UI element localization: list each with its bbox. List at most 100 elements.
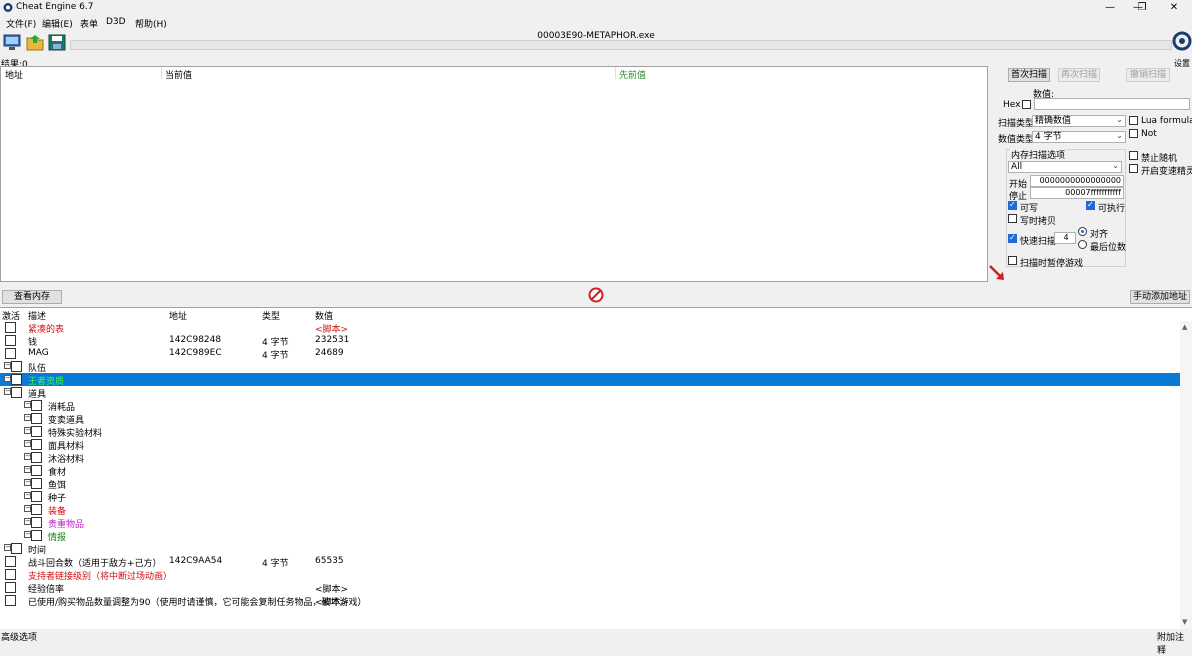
active-checkbox[interactable] — [11, 374, 22, 385]
active-checkbox[interactable] — [31, 413, 42, 424]
table-row[interactable]: − 变卖道具 — [0, 412, 1180, 426]
active-checkbox[interactable] — [31, 465, 42, 476]
settings-label[interactable]: 设置 — [1174, 58, 1190, 69]
start-address-input[interactable]: 0000000000000000 — [1030, 175, 1124, 187]
settings-logo-icon[interactable] — [1172, 31, 1192, 51]
copy-on-write-checkbox[interactable] — [1008, 214, 1017, 223]
active-checkbox[interactable] — [5, 335, 16, 346]
advanced-options[interactable]: 高级选项 — [1, 630, 37, 643]
menu-table[interactable]: 表单 — [80, 17, 98, 30]
menu-d3d[interactable]: D3D — [106, 17, 126, 27]
writable-checkbox[interactable] — [1008, 200, 1017, 210]
maximize-button[interactable]: ❐ — [1132, 1, 1152, 15]
table-row[interactable]: 支持者链接级别（将中断过场动画） — [0, 568, 1180, 582]
active-checkbox[interactable] — [31, 491, 42, 502]
expand-toggle-icon[interactable]: − — [24, 414, 31, 421]
table-row[interactable]: 经验倍率 <脚本> — [0, 581, 1180, 595]
expand-toggle-icon[interactable]: − — [24, 466, 31, 473]
active-checkbox[interactable] — [5, 595, 16, 606]
table-row[interactable]: − 装备 — [0, 503, 1180, 517]
active-checkbox[interactable] — [31, 530, 42, 541]
view-memory-button[interactable]: 查看内存 — [2, 290, 62, 304]
table-row[interactable]: − 道具 — [0, 386, 1180, 400]
memory-region-select[interactable]: All ⌄ — [1008, 161, 1122, 173]
menu-help[interactable]: 帮助(H) — [135, 17, 167, 30]
scan-type-select[interactable]: 精确数值 ⌄ — [1032, 115, 1126, 127]
table-row[interactable]: − 种子 — [0, 490, 1180, 504]
active-checkbox[interactable] — [31, 517, 42, 528]
table-row[interactable]: 钱 142C98248 4 字节 232531 — [0, 334, 1180, 348]
no-random-checkbox[interactable] — [1129, 151, 1138, 160]
table-row[interactable]: 战斗回合数（适用于敌方+己方） 142C9AA54 4 字节 65535 — [0, 555, 1180, 569]
active-checkbox[interactable] — [5, 348, 16, 359]
results-col-current[interactable]: 当前值 — [165, 68, 192, 81]
fast-scan-checkbox[interactable] — [1008, 233, 1017, 243]
menu-edit[interactable]: 编辑(E) — [42, 17, 73, 30]
next-scan-button[interactable]: 再次扫描 — [1058, 68, 1100, 82]
close-button[interactable]: ✕ — [1164, 1, 1184, 15]
table-row[interactable]: − 特殊实验材料 — [0, 425, 1180, 439]
active-checkbox[interactable] — [31, 452, 42, 463]
table-row[interactable]: − 队伍 — [0, 360, 1180, 374]
table-row[interactable]: − 贵重物品 — [0, 516, 1180, 530]
executable-checkbox[interactable] — [1086, 200, 1095, 210]
expand-toggle-icon[interactable]: − — [4, 388, 11, 395]
expand-toggle-icon[interactable]: − — [4, 375, 11, 382]
align-radio[interactable] — [1078, 227, 1087, 236]
scroll-up-icon[interactable]: ▲ — [1182, 323, 1187, 331]
menu-file[interactable]: 文件(F) — [6, 17, 36, 30]
table-comments[interactable]: 附加注释 — [1157, 630, 1192, 656]
expand-toggle-icon[interactable]: − — [24, 453, 31, 460]
add-to-list-arrow-icon[interactable] — [988, 264, 1006, 282]
active-checkbox[interactable] — [5, 322, 16, 333]
table-row[interactable]: − 食材 — [0, 464, 1180, 478]
stop-address-input[interactable]: 00007fffffffffff — [1030, 187, 1124, 199]
active-checkbox[interactable] — [5, 582, 16, 593]
active-checkbox[interactable] — [31, 400, 42, 411]
table-row[interactable]: 已使用/购买物品数量调整为90（使用时请谨慎，它可能会复制任务物品，破坏游戏） <… — [0, 594, 1180, 608]
expand-toggle-icon[interactable]: − — [24, 492, 31, 499]
active-checkbox[interactable] — [5, 569, 16, 580]
scroll-down-icon[interactable]: ▼ — [1182, 618, 1187, 626]
value-type-select[interactable]: 4 字节 ⌄ — [1032, 131, 1126, 143]
expand-toggle-icon[interactable]: − — [24, 518, 31, 525]
table-row[interactable]: − 时间 — [0, 542, 1180, 556]
lua-formula-checkbox[interactable] — [1129, 116, 1138, 125]
expand-toggle-icon[interactable]: − — [4, 362, 11, 369]
not-checkbox[interactable] — [1129, 129, 1138, 138]
table-row[interactable]: − 沐浴材料 — [0, 451, 1180, 465]
table-row[interactable]: MAG 142C989EC 4 字节 24689 — [0, 347, 1180, 361]
expand-toggle-icon[interactable]: − — [24, 479, 31, 486]
table-row[interactable]: − 鱼饵 — [0, 477, 1180, 491]
active-checkbox[interactable] — [31, 426, 42, 437]
minimize-button-glyph[interactable]: — — [1100, 1, 1120, 15]
speedhack-checkbox[interactable] — [1129, 164, 1138, 173]
active-checkbox[interactable] — [31, 439, 42, 450]
expand-toggle-icon[interactable]: − — [24, 531, 31, 538]
hex-checkbox[interactable] — [1022, 100, 1031, 109]
table-row[interactable]: 紧凑的表 <脚本> — [0, 321, 1180, 335]
value-input[interactable] — [1034, 98, 1190, 110]
results-col-address[interactable]: 地址 — [5, 68, 23, 81]
last-digits-radio[interactable] — [1078, 240, 1087, 249]
first-scan-button[interactable]: 首次扫描 — [1008, 68, 1050, 82]
expand-toggle-icon[interactable]: − — [24, 440, 31, 447]
pause-game-checkbox[interactable] — [1008, 256, 1017, 265]
fast-scan-input[interactable]: 4 — [1054, 232, 1076, 244]
expand-toggle-icon[interactable]: − — [24, 505, 31, 512]
active-checkbox[interactable] — [31, 478, 42, 489]
table-row[interactable]: − 情报 — [0, 529, 1180, 543]
clear-list-icon[interactable] — [588, 287, 604, 303]
expand-toggle-icon[interactable]: − — [24, 401, 31, 408]
active-checkbox[interactable] — [11, 387, 22, 398]
active-checkbox[interactable] — [11, 361, 22, 372]
expand-toggle-icon[interactable]: − — [4, 544, 11, 551]
scan-results-list[interactable]: 地址 当前值 先前值 — [0, 66, 988, 282]
undo-scan-button[interactable]: 撤销扫描 — [1126, 68, 1170, 82]
table-row[interactable]: − 消耗品 — [0, 399, 1180, 413]
address-list-scrollbar[interactable]: ▲ ▼ — [1180, 321, 1192, 629]
results-col-previous[interactable]: 先前值 — [619, 68, 646, 81]
active-checkbox[interactable] — [11, 543, 22, 554]
expand-toggle-icon[interactable]: − — [24, 427, 31, 434]
table-row[interactable]: − 王者资质 — [0, 373, 1180, 387]
